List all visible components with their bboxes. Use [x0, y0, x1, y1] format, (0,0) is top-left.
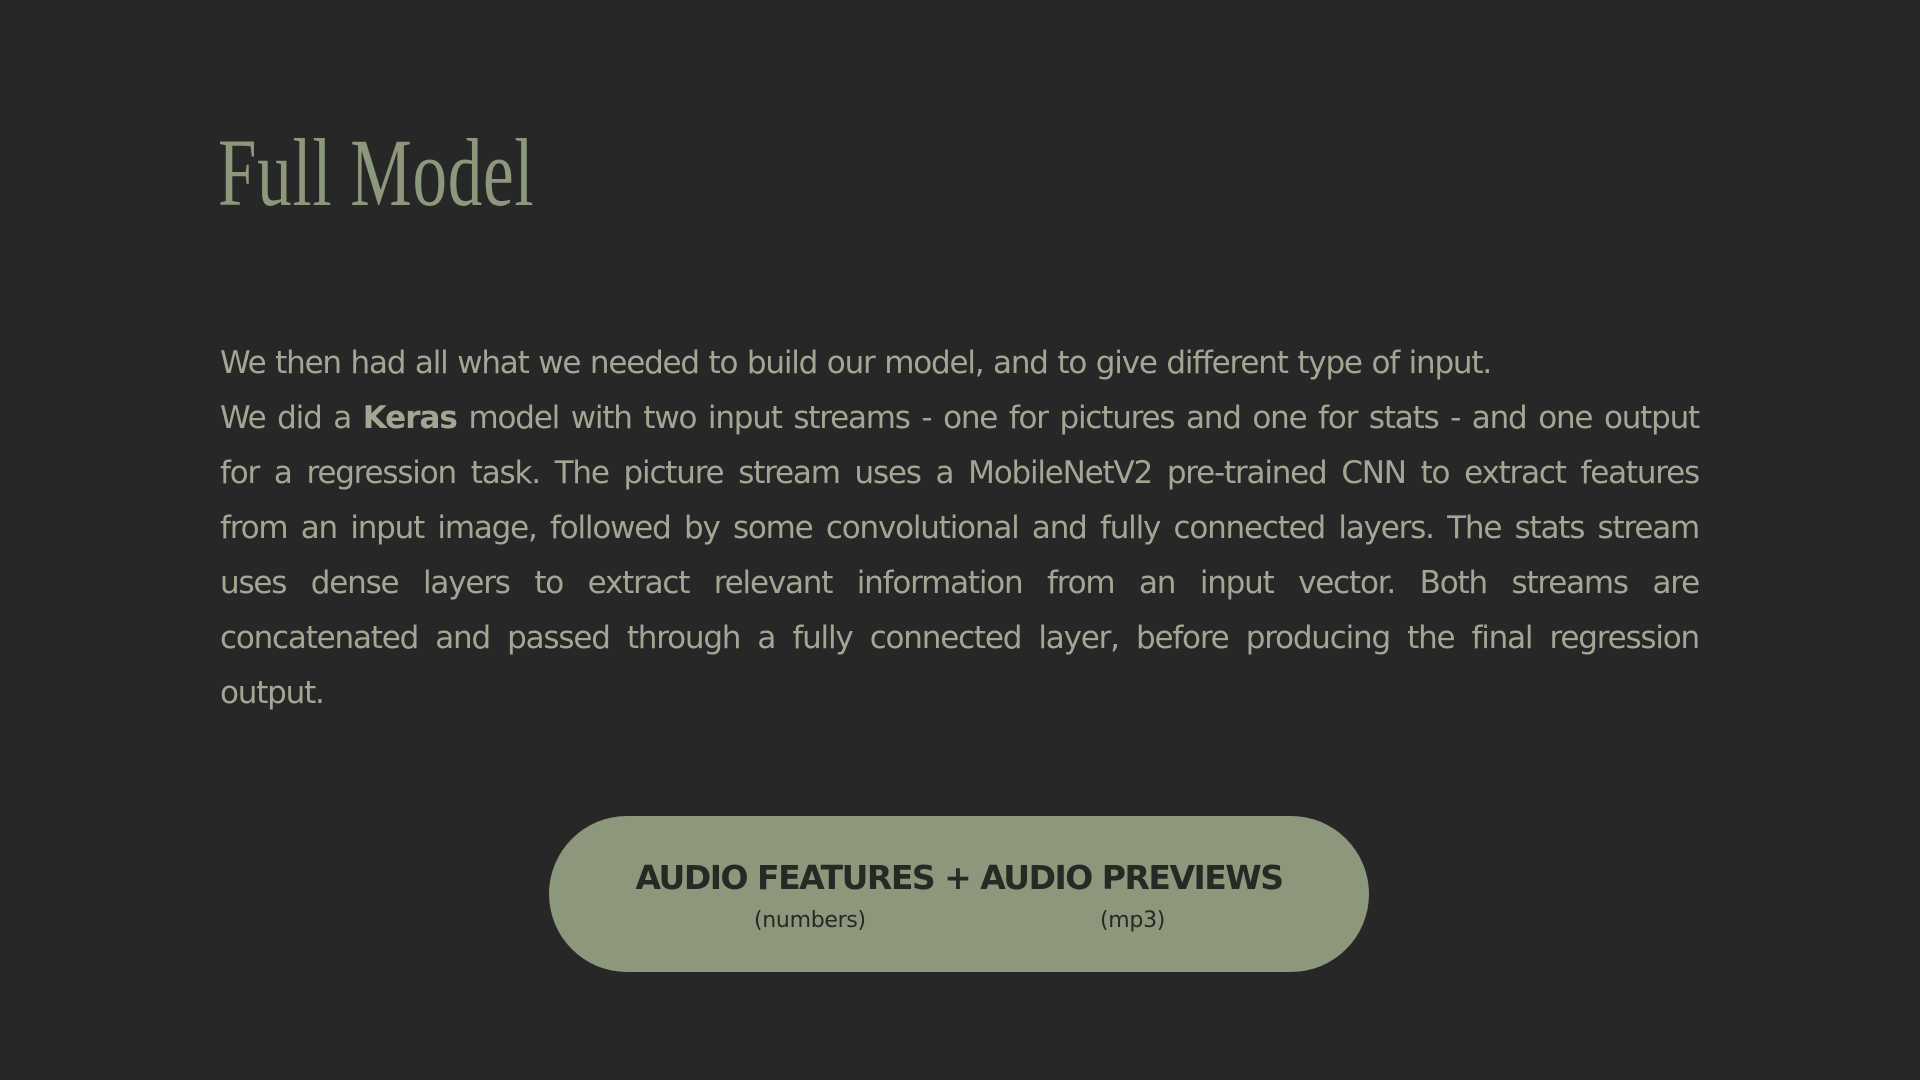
intro-sentence: We then had all what we needed to build …: [220, 345, 1492, 381]
input-features-pill: AUDIO FEATURES + AUDIO PREVIEWS (numbers…: [549, 816, 1369, 972]
slide-title: Full Model: [218, 119, 535, 226]
pill-title: AUDIO FEATURES + AUDIO PREVIEWS: [635, 858, 1284, 897]
paragraph-lead: We did a: [220, 400, 363, 436]
numbers-caption: (numbers): [754, 908, 866, 933]
description-text: We then had all what we needed to build …: [220, 336, 1700, 721]
paragraph-rest: model with two input streams - one for p…: [220, 400, 1700, 711]
mp3-caption: (mp3): [1100, 908, 1166, 933]
model-description-paragraph: We did a Keras model with two input stre…: [220, 391, 1700, 721]
keras-keyword: Keras: [362, 400, 458, 436]
